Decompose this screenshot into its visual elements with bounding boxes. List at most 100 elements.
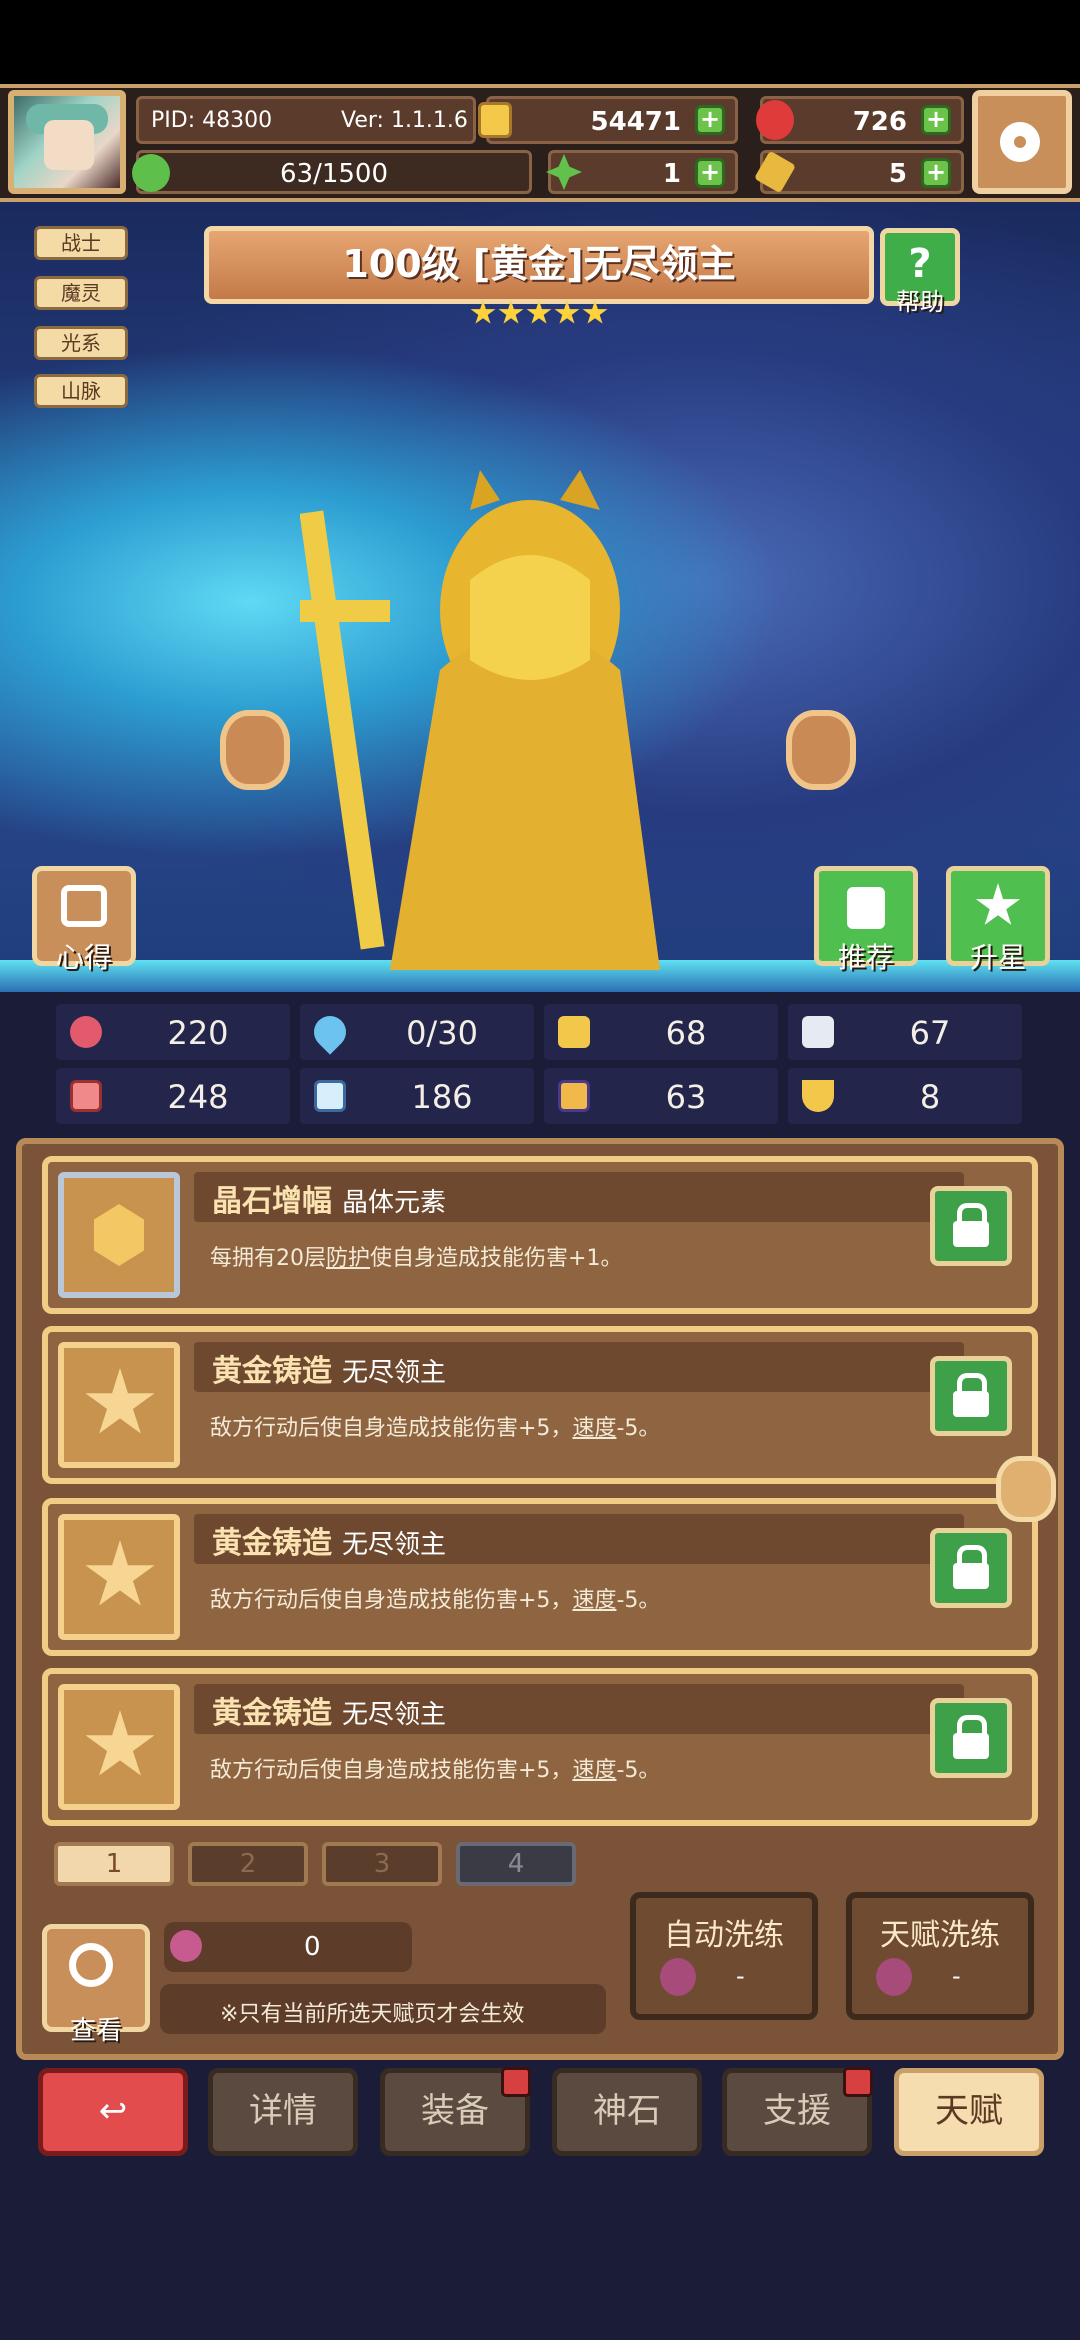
nav-support[interactable]: 支援 bbox=[722, 2067, 873, 2156]
back-button[interactable]: ↩ bbox=[38, 2068, 188, 2156]
page-tab-1[interactable]: 1 bbox=[54, 1842, 174, 1886]
talent-desc-text: 敌方行动后使自身造成技能伤害+5， bbox=[210, 1758, 573, 1783]
auto-refine-cost: - bbox=[736, 1962, 745, 1990]
notification-dot bbox=[501, 2067, 531, 2097]
lock-button[interactable] bbox=[930, 1356, 1012, 1436]
talent-desc: 敌方行动后使自身造成技能伤害+5，速度-5。 bbox=[210, 1410, 660, 1442]
stat-armor-value: 63 bbox=[665, 1078, 707, 1116]
view-label: 查看 bbox=[69, 2016, 122, 2046]
notice-text: ※只有当前所选天赋页才会生效 bbox=[220, 2002, 525, 2027]
talent-icon-box bbox=[58, 1514, 180, 1640]
talent-icon-box bbox=[58, 1342, 180, 1468]
shield-icon bbox=[558, 1016, 590, 1048]
auto-refine-button[interactable]: 自动洗练 - bbox=[630, 1892, 818, 2020]
gear-icon bbox=[1000, 122, 1040, 162]
star-icon bbox=[526, 300, 552, 324]
talent-card[interactable]: 晶石增幅 晶体元素 每拥有20层防护使自身造成技能伤害+1。 bbox=[42, 1156, 1038, 1314]
book-icon bbox=[314, 1080, 346, 1112]
lock-button[interactable] bbox=[930, 1528, 1012, 1608]
tag-terrain[interactable]: 山脉 bbox=[34, 374, 128, 408]
key-add-button[interactable]: + bbox=[921, 158, 951, 188]
player-avatar[interactable] bbox=[8, 90, 126, 194]
wing-icon bbox=[802, 1016, 834, 1048]
keyword-link[interactable]: 速度 bbox=[572, 1758, 616, 1783]
talent-desc-text: 使自身造成技能伤害+1。 bbox=[370, 1246, 623, 1271]
stat-mana-value: 0/30 bbox=[406, 1014, 478, 1052]
status-bar bbox=[0, 0, 1080, 84]
scroll-handle[interactable] bbox=[996, 1456, 1056, 1522]
talent-desc-text: -5。 bbox=[616, 1416, 661, 1441]
stat-hp: 220 bbox=[56, 1004, 290, 1060]
insight-label: 心得 bbox=[55, 941, 112, 974]
talent-desc-text: 每拥有20层 bbox=[210, 1246, 326, 1271]
page-tab-4[interactable]: 4 bbox=[456, 1842, 576, 1886]
talent-title: 黄金铸造 bbox=[212, 1526, 332, 1561]
talent-card[interactable]: 黄金铸造 无尽领主 敌方行动后使自身造成技能伤害+5，速度-5。 bbox=[42, 1668, 1038, 1826]
book-icon bbox=[61, 885, 107, 927]
talent-title: 晶石增幅 bbox=[212, 1184, 332, 1219]
tag-type[interactable]: 魔灵 bbox=[34, 276, 128, 310]
talent-desc: 敌方行动后使自身造成技能伤害+5，速度-5。 bbox=[210, 1752, 660, 1784]
page-tab-3[interactable]: 3 bbox=[322, 1842, 442, 1886]
talent-refine-cost: - bbox=[952, 1962, 961, 1990]
nav-details[interactable]: 详情 bbox=[208, 2068, 358, 2156]
gold-value: 54471 bbox=[590, 107, 681, 137]
nav-talent[interactable]: 天赋 bbox=[894, 2068, 1044, 2156]
talent-card[interactable]: 黄金铸造 无尽领主 敌方行动后使自身造成技能伤害+5，速度-5。 bbox=[42, 1498, 1038, 1656]
talent-card[interactable]: 黄金铸造 无尽领主 敌方行动后使自身造成技能伤害+5，速度-5。 bbox=[42, 1326, 1038, 1484]
talent-refine-button[interactable]: 天赋洗练 - bbox=[846, 1892, 1034, 2020]
stat-armor: 63 bbox=[544, 1068, 778, 1124]
auto-refine-label: 自动洗练 bbox=[664, 1918, 784, 1953]
talent-source: 无尽领主 bbox=[342, 1700, 447, 1730]
lock-button[interactable] bbox=[930, 1186, 1012, 1266]
star-icon bbox=[85, 1710, 155, 1776]
potion-count: 0 bbox=[304, 1932, 321, 1962]
clover-exp-icon bbox=[132, 154, 170, 192]
exp-bar: 63/1500 bbox=[136, 150, 532, 194]
clover-value: 1 bbox=[662, 159, 681, 189]
player-info-box: PID: 48300 Ver: 1.1.1.6 bbox=[136, 96, 476, 144]
talent-icon-box bbox=[58, 1172, 180, 1298]
stat-luck-value: 8 bbox=[919, 1078, 941, 1116]
keyword-link[interactable]: 速度 bbox=[572, 1416, 616, 1441]
gold-add-button[interactable]: + bbox=[695, 105, 725, 135]
talent-icon-box bbox=[58, 1684, 180, 1810]
talent-desc-text: 敌方行动后使自身造成技能伤害+5， bbox=[210, 1416, 573, 1441]
talent-name: 黄金铸造 无尽领主 bbox=[212, 1688, 446, 1732]
star-icon bbox=[498, 300, 524, 324]
stat-defense-value: 68 bbox=[665, 1014, 707, 1052]
thumbs-up-icon bbox=[847, 887, 885, 929]
nav-equip[interactable]: 装备 bbox=[380, 2067, 531, 2156]
potion-icon bbox=[170, 1930, 202, 1962]
pid-text: PID: 48300 bbox=[151, 108, 273, 133]
talent-name: 黄金铸造 无尽领主 bbox=[212, 1518, 446, 1562]
page-tab-2[interactable]: 2 bbox=[188, 1842, 308, 1886]
clover-add-button[interactable]: + bbox=[695, 158, 725, 188]
talent-desc: 敌方行动后使自身造成技能伤害+5，速度-5。 bbox=[210, 1582, 660, 1614]
lock-button[interactable] bbox=[930, 1698, 1012, 1778]
notice-box: ※只有当前所选天赋页才会生效 bbox=[160, 1984, 606, 2034]
star-icon bbox=[582, 300, 608, 324]
keyword-link[interactable]: 防护 bbox=[326, 1246, 370, 1271]
red-gem-icon bbox=[756, 100, 794, 140]
recommend-label: 推荐 bbox=[837, 941, 894, 974]
exp-text: 63/1500 bbox=[279, 159, 388, 189]
gem-add-button[interactable]: + bbox=[921, 105, 951, 135]
nav-godstone[interactable]: 神石 bbox=[552, 2068, 702, 2156]
right-coin-icon bbox=[786, 710, 856, 790]
tag-element[interactable]: 光系 bbox=[34, 326, 128, 360]
nav-equip-label: 装备 bbox=[421, 2091, 489, 2131]
help-label: 帮助 bbox=[896, 288, 944, 316]
nav-support-label: 支援 bbox=[763, 2091, 831, 2131]
star-up-label: 升星 bbox=[969, 941, 1026, 974]
settings-button[interactable] bbox=[972, 90, 1072, 194]
keyword-link[interactable]: 速度 bbox=[572, 1588, 616, 1613]
talent-name: 黄金铸造 无尽领主 bbox=[212, 1346, 446, 1390]
scroll-icon bbox=[558, 1080, 590, 1112]
magnifier-icon bbox=[69, 1943, 113, 1987]
potion-icon bbox=[660, 1958, 696, 1996]
stat-magic: 186 bbox=[300, 1068, 534, 1124]
tag-class[interactable]: 战士 bbox=[34, 226, 128, 260]
talent-source: 无尽领主 bbox=[342, 1358, 447, 1388]
fist-icon bbox=[70, 1080, 102, 1112]
